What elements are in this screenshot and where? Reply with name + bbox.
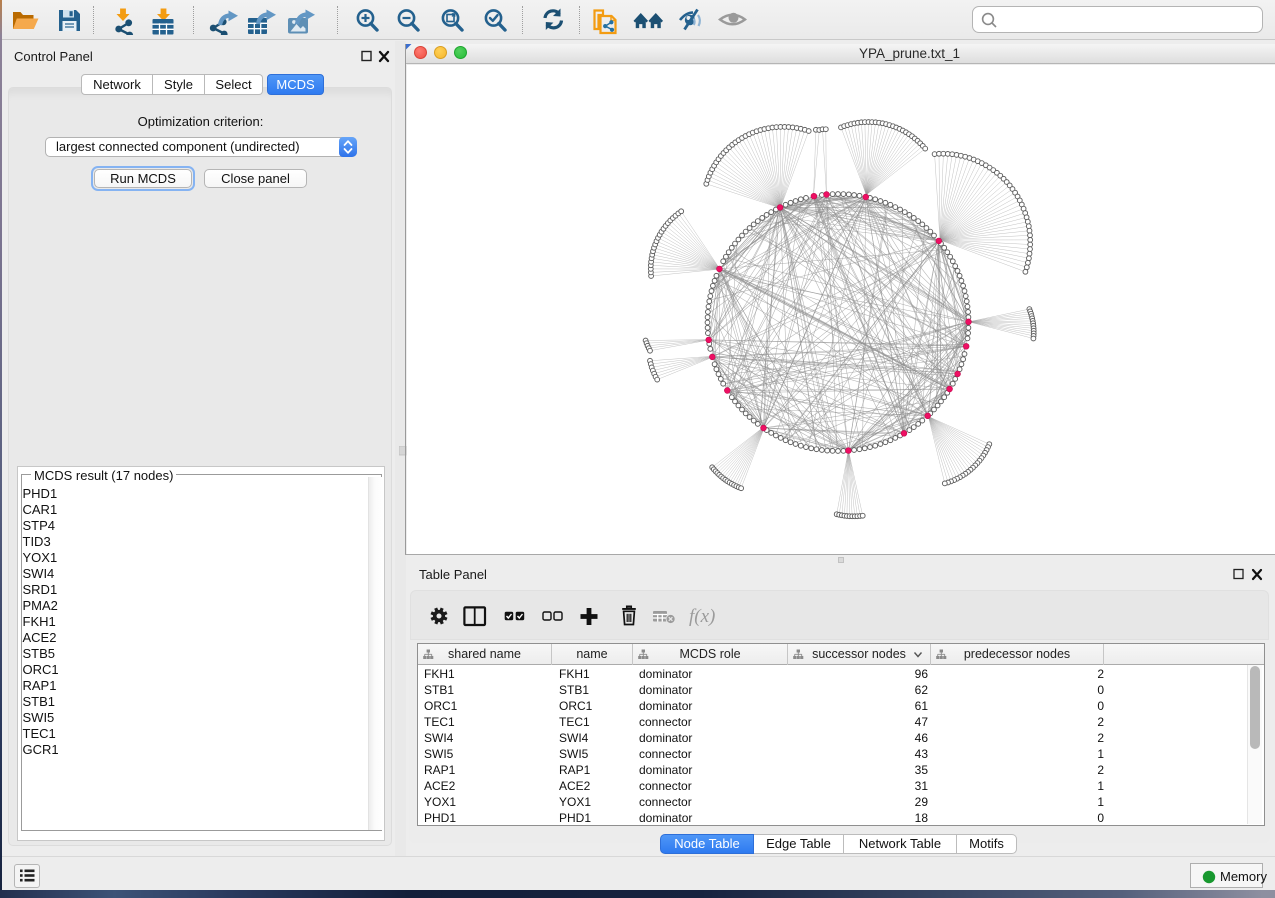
svg-text:f(x): f(x) — [689, 606, 715, 627]
